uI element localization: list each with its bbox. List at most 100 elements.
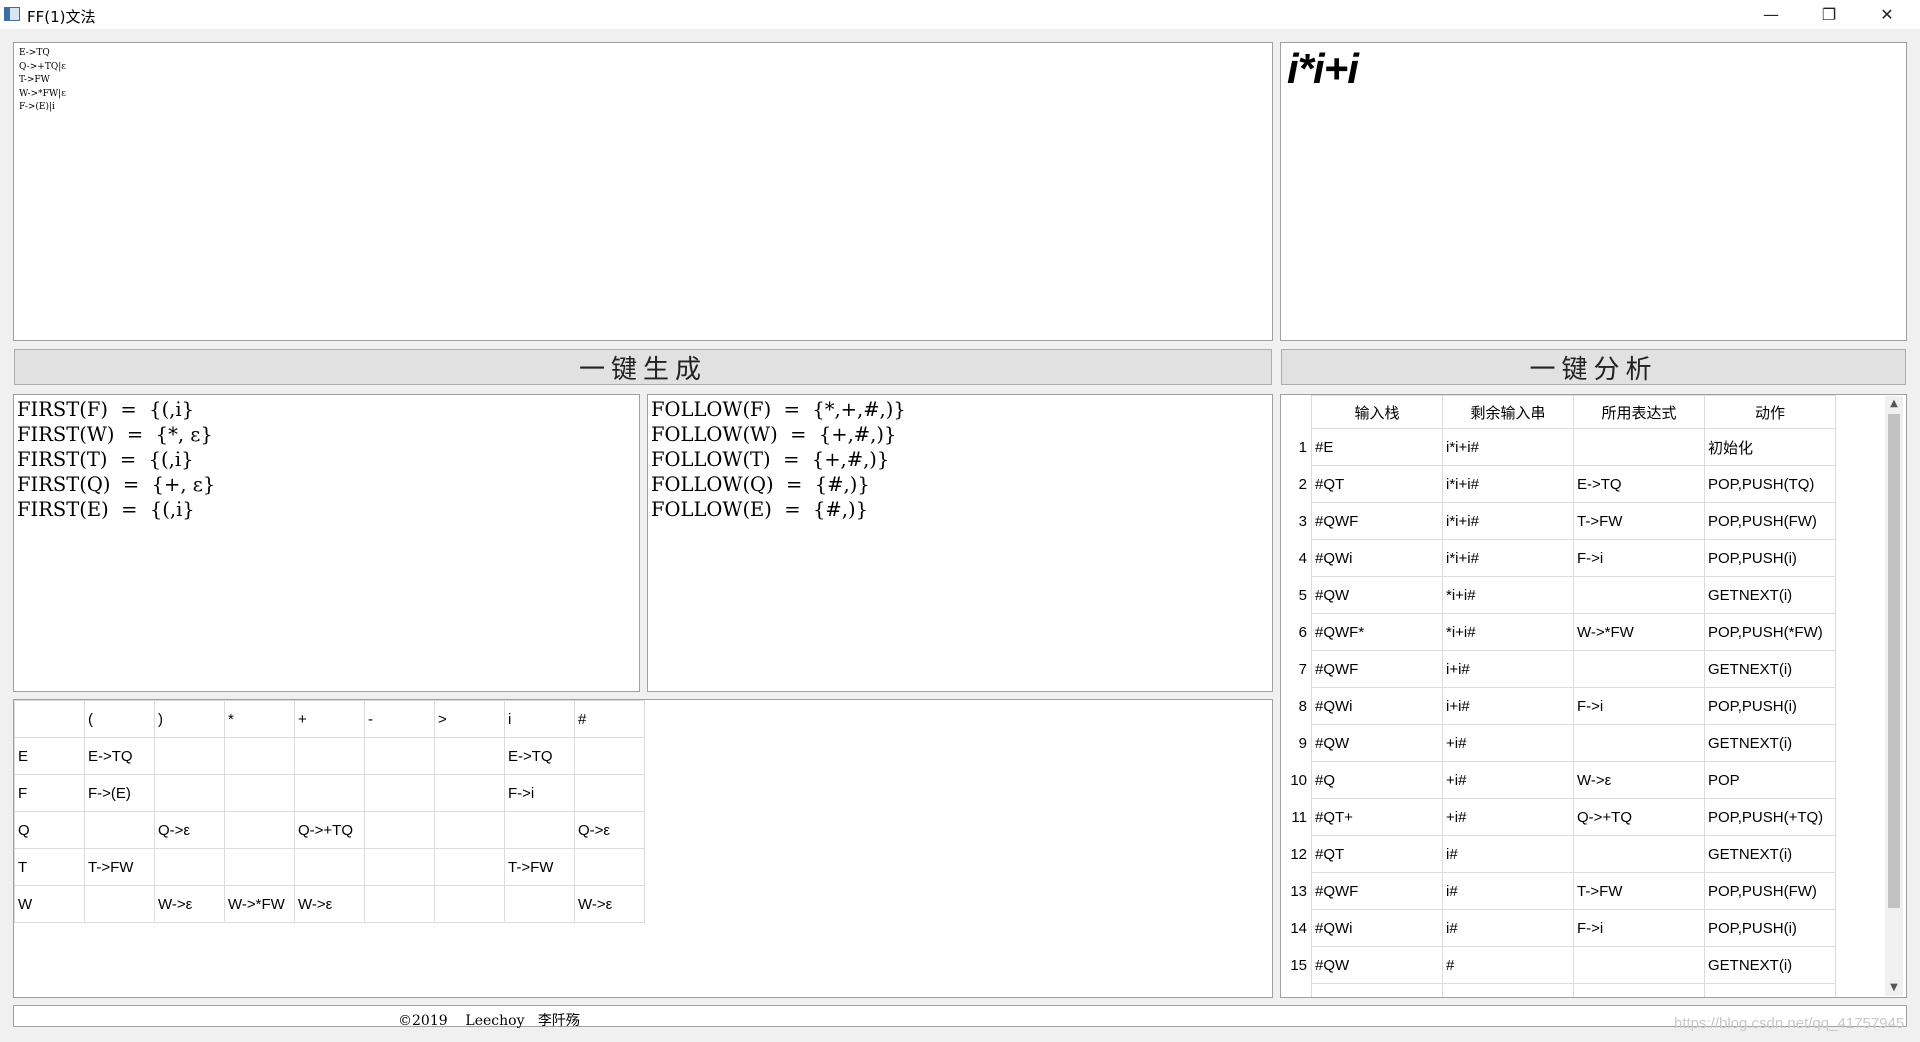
- scroll-up-icon[interactable]: ▲: [1885, 396, 1903, 412]
- analysis-cell[interactable]: #QW: [1311, 946, 1443, 984]
- parse-table-cell[interactable]: Q->ε: [574, 811, 645, 849]
- parse-table-cell[interactable]: [224, 774, 295, 812]
- parse-table-cell[interactable]: F->i: [504, 774, 575, 812]
- parse-table-cell[interactable]: [574, 848, 645, 886]
- parse-table-cell[interactable]: Q->ε: [154, 811, 225, 849]
- analysis-cell[interactable]: W->ε: [1573, 983, 1705, 997]
- analysis-cell[interactable]: #Q: [1311, 983, 1443, 997]
- parse-table-cell[interactable]: [154, 737, 225, 775]
- expression-input[interactable]: i*i+i: [1280, 42, 1907, 341]
- parse-table-cell[interactable]: [364, 848, 435, 886]
- analysis-cell[interactable]: POP,PUSH(FW): [1704, 872, 1836, 910]
- parse-table-cell[interactable]: [84, 885, 155, 923]
- analysis-cell[interactable]: F->i: [1573, 687, 1705, 725]
- parse-table-cell[interactable]: Q->+TQ: [294, 811, 365, 849]
- analyze-button[interactable]: 一键分析: [1281, 349, 1906, 385]
- parse-table-cell[interactable]: [434, 737, 505, 775]
- parse-table-cell[interactable]: [154, 848, 225, 886]
- parse-table-cell[interactable]: [574, 774, 645, 812]
- analysis-cell[interactable]: Q->+TQ: [1573, 798, 1705, 836]
- parse-table-cell[interactable]: [84, 811, 155, 849]
- analysis-column-header[interactable]: 所用表达式: [1573, 395, 1705, 429]
- analysis-cell[interactable]: #QWF: [1311, 502, 1443, 540]
- analysis-cell[interactable]: F->i: [1573, 539, 1705, 577]
- analysis-cell[interactable]: #E: [1311, 428, 1443, 466]
- analysis-cell[interactable]: i#: [1442, 835, 1574, 873]
- analysis-cell[interactable]: W->ε: [1573, 761, 1705, 799]
- analysis-cell[interactable]: [1573, 650, 1705, 688]
- analysis-cell[interactable]: GETNEXT(i): [1704, 724, 1836, 762]
- analysis-scrollbar[interactable]: ▲ ▼: [1885, 396, 1903, 996]
- minimize-button[interactable]: —: [1742, 0, 1800, 29]
- analysis-cell[interactable]: GETNEXT(i): [1704, 946, 1836, 984]
- analysis-cell[interactable]: W->*FW: [1573, 613, 1705, 651]
- analysis-cell[interactable]: #Q: [1311, 761, 1443, 799]
- parse-table-cell[interactable]: [294, 848, 365, 886]
- parse-table-cell[interactable]: [364, 885, 435, 923]
- parse-table-cell[interactable]: [224, 848, 295, 886]
- parse-table-cell[interactable]: [504, 811, 575, 849]
- parse-table-cell[interactable]: F: [14, 774, 85, 812]
- analysis-cell[interactable]: [1573, 428, 1705, 466]
- analysis-cell[interactable]: i#: [1442, 909, 1574, 947]
- parse-table-cell[interactable]: [504, 885, 575, 923]
- parse-table-cell[interactable]: W->*FW: [224, 885, 295, 923]
- analysis-cell[interactable]: POP,PUSH(i): [1704, 687, 1836, 725]
- analysis-column-header[interactable]: 剩余输入串: [1442, 395, 1574, 429]
- analysis-cell[interactable]: E->TQ: [1573, 465, 1705, 503]
- analysis-column-header[interactable]: 动作: [1704, 395, 1836, 429]
- analysis-cell[interactable]: i+i#: [1442, 650, 1574, 688]
- analysis-cell[interactable]: i#: [1442, 872, 1574, 910]
- analysis-cell[interactable]: [1573, 835, 1705, 873]
- parse-table-cell[interactable]: T->FW: [84, 848, 155, 886]
- parse-table-cell[interactable]: F->(E): [84, 774, 155, 812]
- analysis-cell[interactable]: #: [1442, 983, 1574, 997]
- parse-table-cell[interactable]: [294, 774, 365, 812]
- close-button[interactable]: ✕: [1858, 0, 1916, 29]
- analysis-cell[interactable]: i*i+i#: [1442, 465, 1574, 503]
- parse-table-cell[interactable]: W->ε: [154, 885, 225, 923]
- analysis-cell[interactable]: POP: [1704, 983, 1836, 997]
- analysis-cell[interactable]: #QT: [1311, 835, 1443, 873]
- analysis-cell[interactable]: #QT: [1311, 465, 1443, 503]
- analysis-cell[interactable]: [1573, 724, 1705, 762]
- analysis-cell[interactable]: #QT+: [1311, 798, 1443, 836]
- analysis-cell[interactable]: #QWi: [1311, 687, 1443, 725]
- parse-table-cell[interactable]: [434, 885, 505, 923]
- parse-table-cell[interactable]: E: [14, 737, 85, 775]
- parse-table-cell[interactable]: [364, 737, 435, 775]
- analysis-cell[interactable]: *i+i#: [1442, 613, 1574, 651]
- analysis-cell[interactable]: +i#: [1442, 798, 1574, 836]
- analysis-cell[interactable]: #QW: [1311, 576, 1443, 614]
- analysis-cell[interactable]: 初始化: [1704, 428, 1836, 466]
- analysis-cell[interactable]: #QWF*: [1311, 613, 1443, 651]
- scroll-down-icon[interactable]: ▼: [1885, 980, 1903, 996]
- parse-table-cell[interactable]: [434, 774, 505, 812]
- analysis-cell[interactable]: POP,PUSH(TQ): [1704, 465, 1836, 503]
- analysis-cell[interactable]: GETNEXT(i): [1704, 835, 1836, 873]
- analysis-cell[interactable]: #QWF: [1311, 650, 1443, 688]
- analysis-cell[interactable]: POP,PUSH(i): [1704, 539, 1836, 577]
- parse-table-cell[interactable]: [364, 811, 435, 849]
- analysis-cell[interactable]: GETNEXT(i): [1704, 576, 1836, 614]
- grammar-input[interactable]: E->TQ Q->+TQ|ε T->FW W->*FW|ε F->(E)|i: [13, 42, 1273, 341]
- parse-table-cell[interactable]: T->FW: [504, 848, 575, 886]
- analysis-cell[interactable]: T->FW: [1573, 872, 1705, 910]
- analysis-cell[interactable]: +i#: [1442, 761, 1574, 799]
- analysis-cell[interactable]: #QWF: [1311, 872, 1443, 910]
- parse-table-cell[interactable]: [434, 811, 505, 849]
- analysis-cell[interactable]: i+i#: [1442, 687, 1574, 725]
- analysis-cell[interactable]: #QWi: [1311, 909, 1443, 947]
- analysis-cell[interactable]: POP,PUSH(*FW): [1704, 613, 1836, 651]
- analysis-cell[interactable]: [1573, 946, 1705, 984]
- analysis-cell[interactable]: i*i+i#: [1442, 502, 1574, 540]
- parse-table-cell[interactable]: [224, 811, 295, 849]
- analysis-column-header[interactable]: 输入栈: [1311, 395, 1443, 429]
- analysis-cell[interactable]: F->i: [1573, 909, 1705, 947]
- parse-table-cell[interactable]: [364, 774, 435, 812]
- analysis-cell[interactable]: POP,PUSH(+TQ): [1704, 798, 1836, 836]
- analysis-cell[interactable]: #QW: [1311, 724, 1443, 762]
- analysis-cell[interactable]: +i#: [1442, 724, 1574, 762]
- parse-table-cell[interactable]: T: [14, 848, 85, 886]
- analysis-cell[interactable]: *i+i#: [1442, 576, 1574, 614]
